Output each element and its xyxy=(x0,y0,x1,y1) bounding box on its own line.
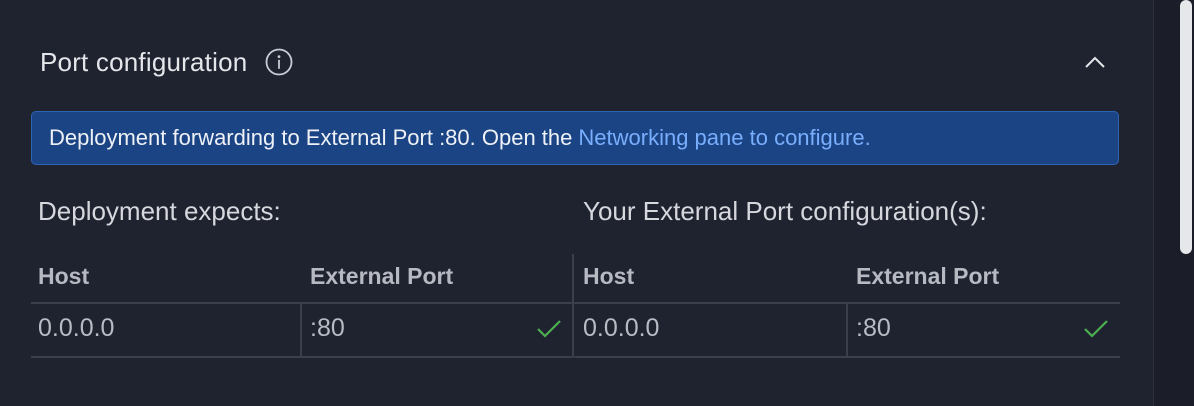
port-cell: :80 xyxy=(856,314,891,342)
column-header-external-port: External Port xyxy=(310,263,454,289)
chevron-up-icon xyxy=(1085,56,1105,68)
deployment-expects-table: Host External Port 0.0.0.0 :80 xyxy=(31,254,573,358)
section-header: Port configuration xyxy=(40,44,1120,80)
vertical-scrollbar[interactable] xyxy=(1153,0,1194,406)
check-icon xyxy=(537,320,561,338)
port-cell: :80 xyxy=(310,314,345,342)
external-config-table: Host External Port 0.0.0.0 :80 xyxy=(574,254,1120,358)
scrollbar-thumb[interactable] xyxy=(1180,0,1192,254)
info-icon[interactable] xyxy=(265,48,293,76)
host-cell: 0.0.0.0 xyxy=(583,314,660,342)
column-header-host: Host xyxy=(583,263,635,289)
section-title: Port configuration xyxy=(40,46,248,77)
column-divider xyxy=(300,302,302,356)
table-row: 0.0.0.0 :80 xyxy=(31,302,573,358)
host-cell: 0.0.0.0 xyxy=(38,314,115,342)
column-header-external-port: External Port xyxy=(856,263,1000,289)
external-config-label: Your External Port configuration(s): xyxy=(583,196,987,226)
info-banner: Deployment forwarding to External Port :… xyxy=(31,111,1119,165)
table-header-row: Host External Port xyxy=(31,254,573,304)
port-configuration-panel: Port configuration Deployment forwarding… xyxy=(0,0,1153,406)
column-divider xyxy=(846,302,848,356)
check-icon xyxy=(1084,320,1108,338)
networking-pane-link[interactable]: Networking pane to configure. xyxy=(578,125,870,151)
column-header-host: Host xyxy=(38,263,90,289)
table-header-row: Host External Port xyxy=(574,254,1120,304)
banner-text: Deployment forwarding to External Port :… xyxy=(49,125,573,150)
deployment-expects-label: Deployment expects: xyxy=(38,196,281,226)
collapse-button[interactable] xyxy=(1070,44,1120,80)
